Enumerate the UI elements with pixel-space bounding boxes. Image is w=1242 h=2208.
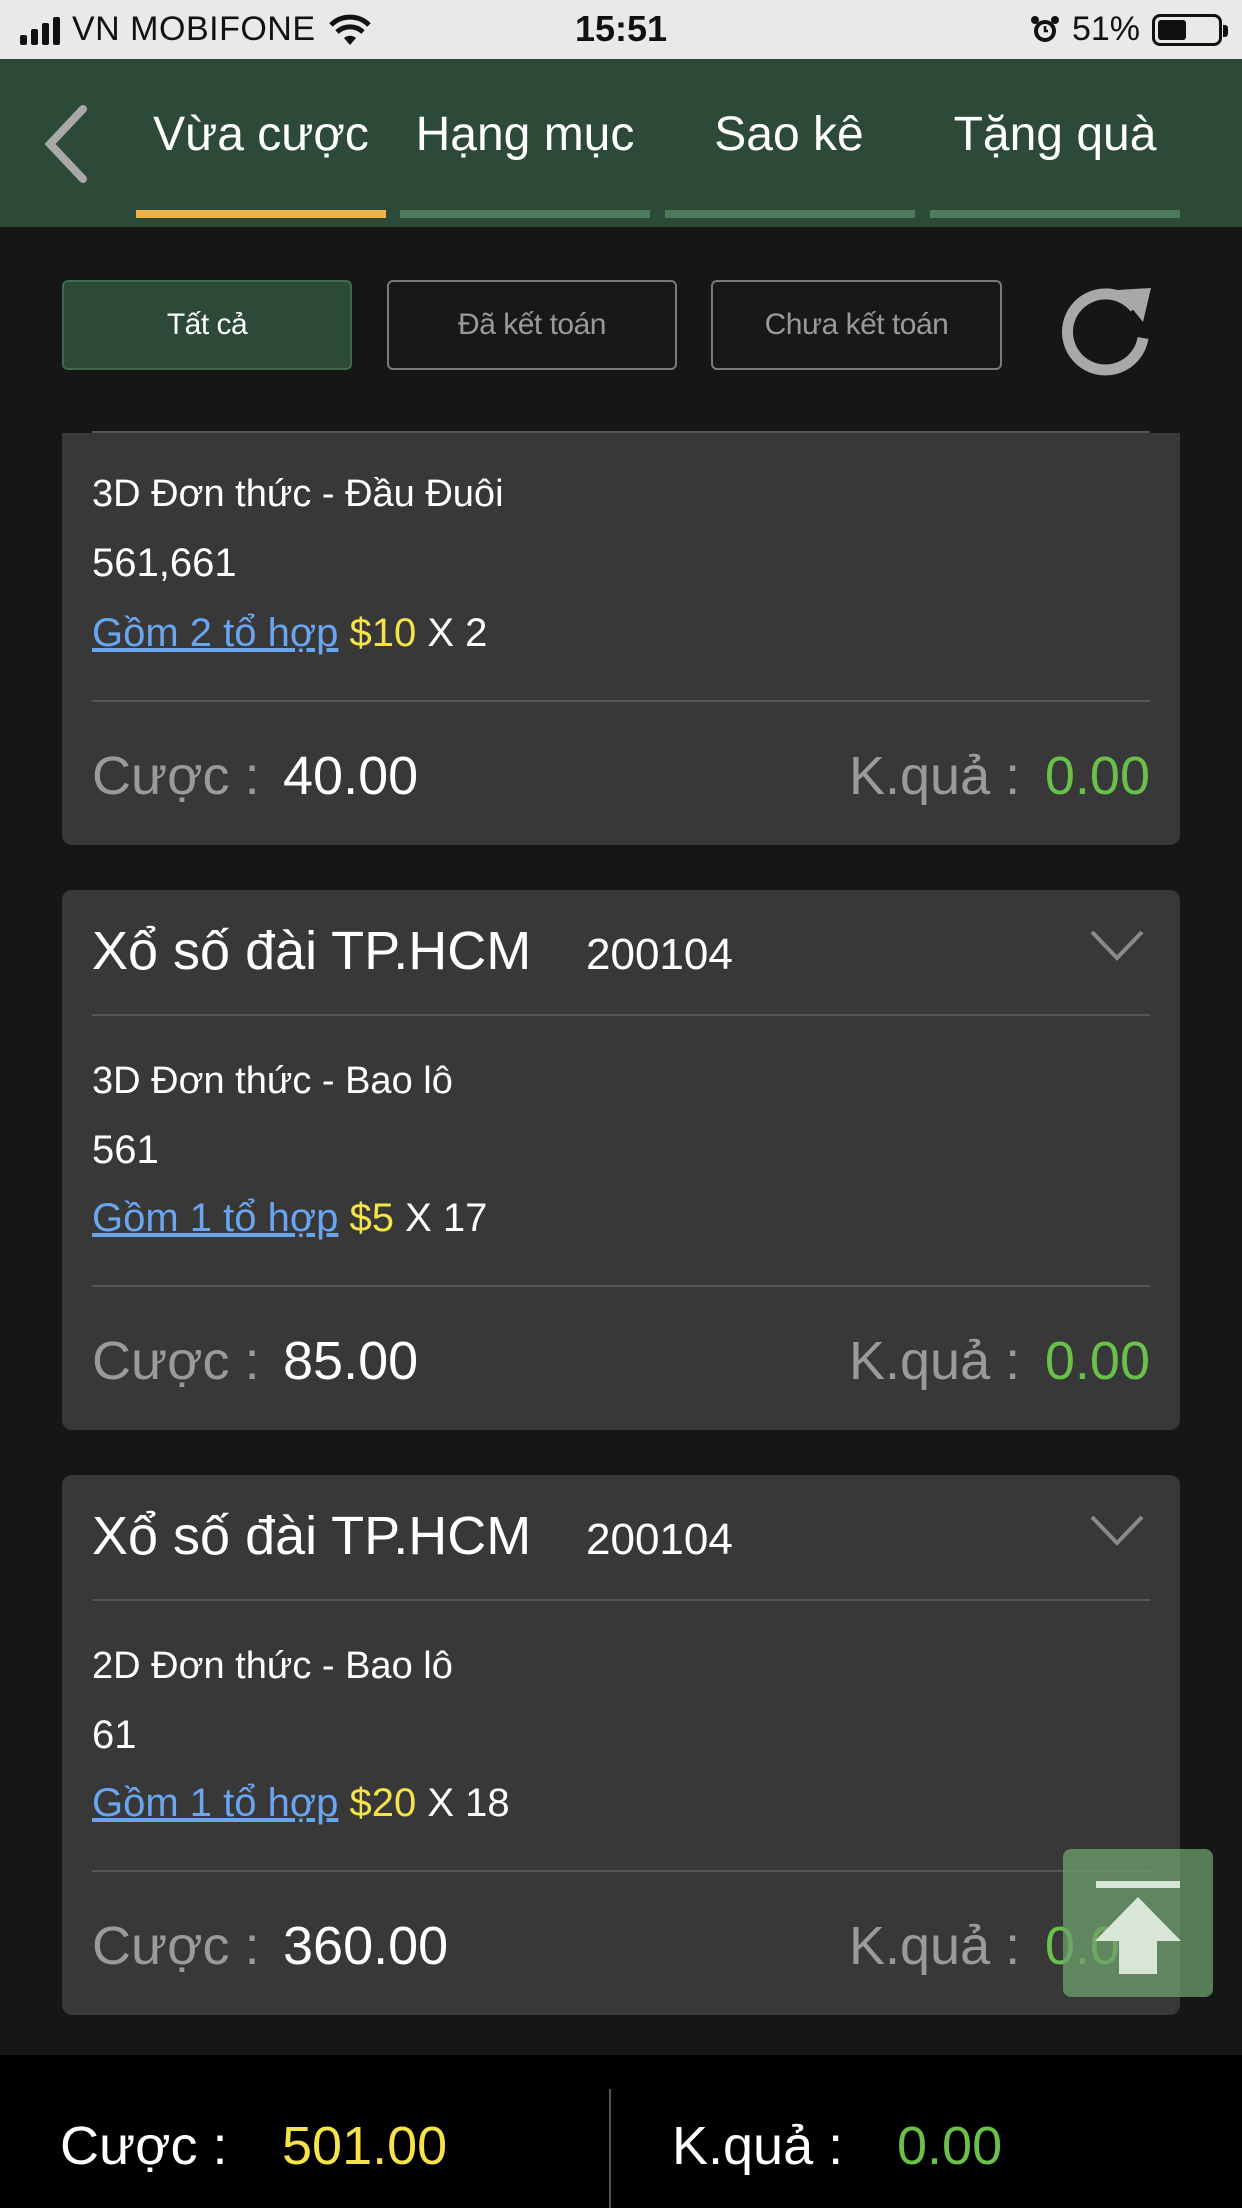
stake-label: Cược : [92,746,260,806]
footer-result-label: K.quả : [672,2116,844,2176]
bet-card: Xổ số đài TP.HCM 200104 3D Đơn thức - Ba… [62,890,1180,1430]
result-value: 0.00 [1044,1331,1150,1391]
combo-price: $10 [349,611,417,655]
stake-label: Cược : [92,1916,260,1976]
bet-type: 2D Đơn thức - Bao lô [92,1645,453,1687]
filter-unsettled-button[interactable]: Chưa kết toán [711,280,1002,370]
combo-price: $5 [349,1196,394,1240]
card-header[interactable]: Xổ số đài TP.HCM 200104 [92,890,1150,1016]
battery-percentage: 51% [1071,10,1140,48]
combo-link[interactable]: Gồm 2 tổ hợp [92,611,338,655]
combo-line: Gồm 1 tổ hợp $5 X 17 [92,1196,487,1241]
card-divider [92,1285,1150,1287]
lottery-title: Xổ số đài TP.HCM [92,1506,532,1566]
stake-label: Cược : [92,1331,260,1391]
status-right: 51% [1030,0,1228,59]
card-header[interactable]: Xổ số đài TP.HCM 200104 [92,1475,1150,1601]
combo-price: $20 [349,1781,417,1825]
combo-multiplier: X 17 [393,1196,488,1240]
status-bar: VN MOBIFONE 15:51 51% [0,0,1242,59]
result-label: K.quả : [849,1331,1021,1391]
tab-underline [665,210,915,218]
bet-numbers: 61 [92,1713,137,1757]
draw-number: 200104 [586,930,733,979]
tab-sao-ke[interactable]: Sao kê [664,107,914,162]
bet-numbers: 561 [92,1128,159,1172]
lottery-title: Xổ số đài TP.HCM [92,921,532,981]
battery-icon [1152,13,1228,46]
tab-underline [930,210,1180,218]
tab-vua-cuoc[interactable]: Vừa cược [136,107,386,162]
refresh-icon[interactable] [1055,280,1155,380]
footer-result-value: 0.00 [897,2116,1003,2176]
tab-tang-qua[interactable]: Tặng quà [930,107,1180,162]
filter-all-button[interactable]: Tất cả [62,280,352,370]
combo-multiplier: X 2 [416,611,488,655]
arrow-up-icon [1095,1881,1181,1974]
bet-type: 3D Đơn thức - Bao lô [92,1060,453,1102]
bet-card: Xổ số đài TP.HCM 200104 2D Đơn thức - Ba… [62,1475,1180,2015]
combo-multiplier: X 18 [416,1781,510,1825]
scroll-top-button[interactable] [1063,1849,1213,1997]
combo-link[interactable]: Gồm 1 tổ hợp [92,1196,338,1240]
alarm-icon [1030,15,1059,42]
result-label: K.quả : [849,746,1021,806]
top-nav: Vừa cược Hạng mục Sao kê Tặng quà [0,59,1242,227]
result-value: 0.00 [1044,746,1150,806]
card-divider [92,1870,1150,1872]
tab-underline-active [136,210,386,218]
combo-line: Gồm 1 tổ hợp $20 X 18 [92,1781,510,1826]
stake-value: 40.00 [283,746,419,806]
stake-value: 85.00 [283,1331,419,1391]
draw-number: 200104 [586,1515,733,1564]
footer-stake-value: 501.00 [282,2116,448,2176]
combo-link[interactable]: Gồm 1 tổ hợp [92,1781,338,1825]
card-divider [92,700,1150,702]
bet-type: 3D Đơn thức - Đầu Đuôi [92,473,504,515]
tab-hang-muc[interactable]: Hạng mục [400,107,650,162]
result-label: K.quả : [849,1916,1021,1976]
stake-value: 360.00 [283,1916,449,1976]
filter-settled-button[interactable]: Đã kết toán [387,280,677,370]
tab-underline [400,210,650,218]
chevron-down-icon[interactable] [1090,928,1144,964]
combo-line: Gồm 2 tổ hợp $10 X 2 [92,611,487,656]
footer-divider [609,2089,611,2208]
back-button[interactable] [38,99,98,189]
footer-stake-label: Cược : [60,2116,228,2176]
bet-numbers: 561,661 [92,541,237,585]
bet-card: 3D Đơn thức - Đầu Đuôi 561,661 Gồm 2 tổ … [62,433,1180,845]
chevron-down-icon[interactable] [1090,1513,1144,1549]
summary-footer: Cược : 501.00 K.quả : 0.00 [0,2055,1242,2208]
